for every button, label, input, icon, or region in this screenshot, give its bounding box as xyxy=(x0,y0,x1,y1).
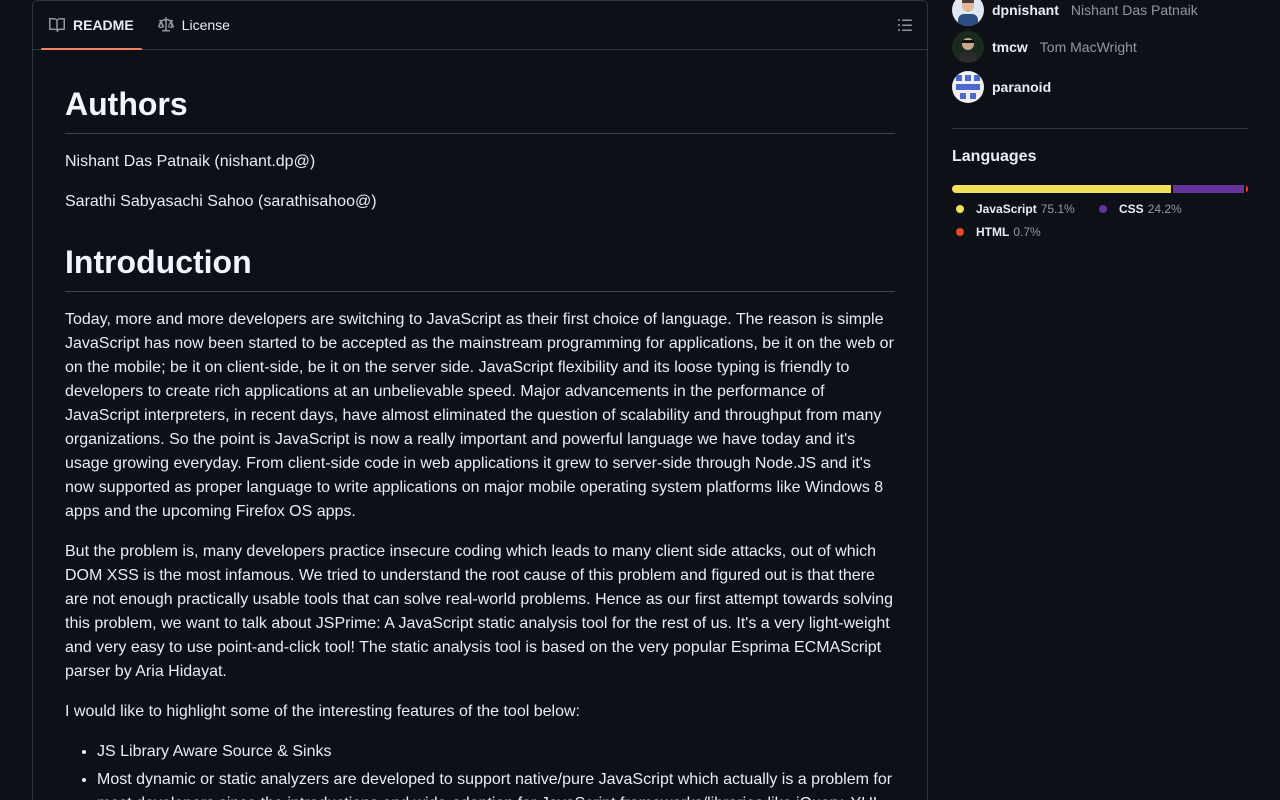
language-dot xyxy=(956,205,964,213)
readme-panel: README License Authors Nishant Das Patna… xyxy=(32,0,928,800)
outline-menu-button[interactable] xyxy=(893,13,917,37)
contributor-name: Nishant Das Patnaik xyxy=(1070,2,1198,18)
authors-heading: Authors xyxy=(65,84,895,134)
language-percent: 24.2% xyxy=(1147,202,1182,216)
language-percent: 75.1% xyxy=(1040,202,1075,216)
language-css[interactable]: CSS 24.2% xyxy=(1095,202,1182,216)
language-name: HTML xyxy=(976,225,1010,239)
introduction-heading: Introduction xyxy=(65,242,895,292)
sidebar-divider xyxy=(952,128,1248,129)
list-item: JS Library Aware Source & Sinks xyxy=(97,740,895,764)
language-percent: 0.7% xyxy=(1013,225,1041,239)
tab-license-label: License xyxy=(181,17,230,33)
languages-title: Languages xyxy=(952,148,1037,165)
language-dot xyxy=(1099,205,1107,213)
tab-license[interactable]: License xyxy=(150,1,238,49)
author-nishant: Nishant Das Patnaik (nishant.dp@) xyxy=(65,153,316,170)
tab-readme[interactable]: README xyxy=(41,1,142,50)
language-bar-segment xyxy=(1173,185,1244,193)
author-sarathi: Sarathi Sabyasachi Sahoo (sarathisahoo@) xyxy=(65,193,377,210)
avatar xyxy=(952,71,984,103)
intro-paragraph-1: Today, more and more developers are swit… xyxy=(65,311,894,520)
avatar xyxy=(952,0,984,26)
contributor-login: paranoid xyxy=(992,79,1052,95)
intro-paragraph-2: But the problem is, many developers prac… xyxy=(65,543,893,680)
contributor-paranoid[interactable]: paranoid xyxy=(952,71,1051,103)
language-javascript[interactable]: JavaScript 75.1% xyxy=(952,202,1075,216)
contributor-login: dpnishant xyxy=(992,2,1059,18)
law-scale-icon xyxy=(157,17,174,32)
features-list: JS Library Aware Source & Sinks Most dyn… xyxy=(65,740,895,800)
readme-article: Authors Nishant Das Patnaik (nishant.dp@… xyxy=(33,84,927,800)
contributor-name: Tom MacWright xyxy=(1039,39,1137,55)
language-dot xyxy=(956,228,964,236)
language-name: CSS xyxy=(1119,202,1144,216)
language-bar-segment xyxy=(1245,185,1248,193)
book-icon xyxy=(49,18,65,33)
language-name: JavaScript xyxy=(976,202,1037,216)
language-html[interactable]: HTML 0.7% xyxy=(952,225,1041,239)
list-item: Most dynamic or static analyzers are dev… xyxy=(97,768,895,800)
contributor-dpnishant[interactable]: dpnishant Nishant Das Patnaik xyxy=(952,0,1198,26)
contributor-tmcw[interactable]: tmcw Tom MacWright xyxy=(952,31,1137,63)
tab-readme-label: README xyxy=(73,17,134,33)
list-unordered-icon xyxy=(898,19,912,31)
languages-bar xyxy=(952,185,1248,193)
language-bar-segment xyxy=(952,185,1172,193)
intro-paragraph-3: I would like to highlight some of the in… xyxy=(65,703,580,720)
contributor-login: tmcw xyxy=(992,39,1028,55)
avatar xyxy=(952,31,984,63)
readme-tab-bar: README License xyxy=(33,1,927,50)
